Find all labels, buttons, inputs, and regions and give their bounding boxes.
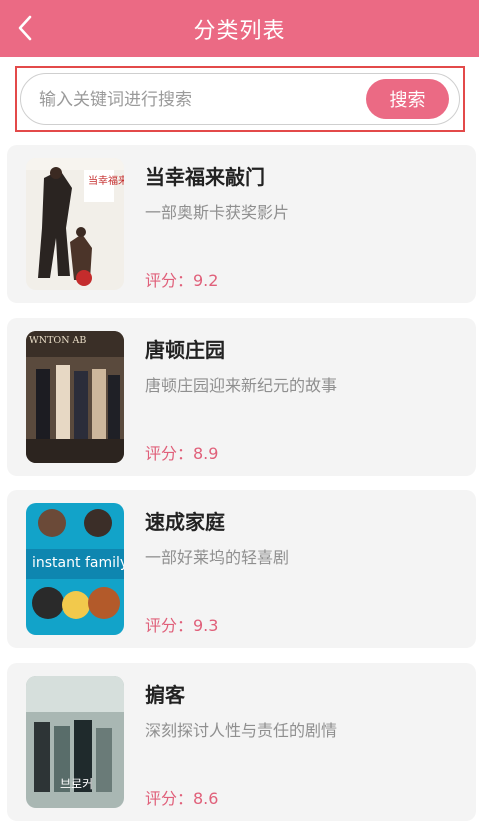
movie-card-downton-abbey[interactable]: WNTON AB 唐顿庄园 唐顿庄园迎来新纪元的故事 评分：8.9 — [7, 318, 476, 476]
back-button[interactable] — [14, 14, 36, 42]
poster-text: 브로커 — [60, 777, 93, 791]
movie-poster: 브로커 — [26, 676, 124, 808]
poster-text: instant family — [32, 555, 124, 571]
movie-description: 唐顿庄园迎来新纪元的故事 — [145, 376, 338, 395]
movie-description: 一部奥斯卡获奖影片 — [145, 203, 290, 222]
search-button[interactable]: 搜索 — [366, 79, 449, 119]
search-highlight-box: 搜索 — [15, 66, 465, 132]
page-title: 分类列表 — [193, 18, 286, 44]
movie-poster: 当幸福来敲门 — [26, 158, 124, 290]
movie-score: 评分：8.9 — [145, 444, 219, 463]
search-input[interactable] — [37, 86, 361, 114]
app-header: 分类列表 — [0, 0, 479, 57]
poster-text: 当幸福来敲门 — [88, 174, 124, 187]
search-bar: 搜索 — [20, 73, 460, 125]
chevron-left-icon — [18, 15, 32, 41]
movie-card-instant-family[interactable]: instant family 速成家庭 一部好莱坞的轻喜剧 评分：9.3 — [7, 490, 476, 648]
movie-poster: instant family — [26, 503, 124, 635]
movie-score: 评分：9.3 — [145, 616, 219, 635]
poster-text: WNTON AB — [29, 335, 86, 346]
movie-title: 掮客 — [145, 683, 185, 707]
movie-description: 深刻探讨人性与责任的剧情 — [145, 721, 338, 740]
movie-poster: WNTON AB — [26, 331, 124, 463]
movie-score: 评分：8.6 — [145, 789, 219, 808]
movie-title: 当幸福来敲门 — [145, 165, 265, 189]
movie-description: 一部好莱坞的轻喜剧 — [145, 548, 290, 567]
movie-card-broker[interactable]: 브로커 掮客 深刻探讨人性与责任的剧情 评分：8.6 — [7, 663, 476, 821]
movie-score: 评分：9.2 — [145, 271, 219, 290]
movie-title: 速成家庭 — [145, 510, 225, 534]
movie-title: 唐顿庄园 — [145, 338, 225, 362]
movie-card-pursuit-of-happyness[interactable]: 当幸福来敲门 当幸福来敲门 一部奥斯卡获奖影片 评分：9.2 — [7, 145, 476, 303]
